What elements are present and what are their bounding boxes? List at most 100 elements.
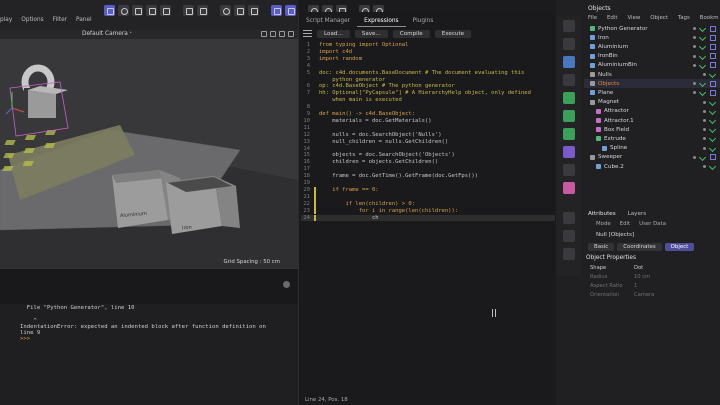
object-tab-button[interactable]: Object xyxy=(664,243,695,251)
object-row[interactable]: Attractor xyxy=(584,107,720,116)
tab-layers[interactable]: Layers xyxy=(628,211,647,217)
tab-attributes[interactable]: Attributes xyxy=(588,211,616,217)
workplane-tool-icon[interactable] xyxy=(285,4,296,16)
attr-menu-mode[interactable]: Mode xyxy=(596,221,611,227)
object-row[interactable]: Cube.2 xyxy=(584,162,720,171)
obj-menu-object[interactable]: Object xyxy=(650,15,668,21)
enabled-check-icon[interactable] xyxy=(708,98,717,106)
deformer-icon[interactable] xyxy=(563,128,575,140)
save-button[interactable]: Save... xyxy=(354,29,388,38)
enabled-check-icon[interactable] xyxy=(708,107,717,115)
light-object-icon[interactable] xyxy=(563,182,575,194)
generator-icon[interactable] xyxy=(563,92,575,104)
visibility-dot-icon[interactable] xyxy=(703,109,706,113)
visibility-dot-icon[interactable] xyxy=(693,54,696,58)
code-line[interactable]: when main is executed xyxy=(301,97,555,104)
text-tool-icon[interactable] xyxy=(563,74,575,86)
tag-icon[interactable] xyxy=(710,25,716,32)
code-editor[interactable]: 1 from typing import Optional 2 import c4d 3… xyxy=(301,42,555,222)
move-tool-icon[interactable] xyxy=(118,4,129,16)
tag-icon[interactable] xyxy=(710,154,716,161)
object-row[interactable]: AluminiumBin xyxy=(584,61,720,70)
obj-menu-view[interactable]: View xyxy=(627,15,640,21)
tag-icon[interactable] xyxy=(710,34,716,41)
enabled-check-icon[interactable] xyxy=(708,126,717,134)
code-line[interactable]: 20 if frame == 0: xyxy=(301,186,555,194)
enabled-check-icon[interactable] xyxy=(708,144,717,152)
visibility-dot-icon[interactable] xyxy=(693,63,696,67)
compile-button[interactable]: Compile xyxy=(392,29,430,38)
code-line[interactable]: 9 def main() -> c4d.BaseObject: xyxy=(301,111,555,118)
rotate-tool-icon[interactable] xyxy=(146,4,157,16)
object-row[interactable]: Box Field xyxy=(584,125,720,134)
lock-tool-icon[interactable] xyxy=(234,4,245,16)
snap-tool-icon[interactable] xyxy=(248,4,259,16)
polygons-tool-icon[interactable] xyxy=(197,4,208,16)
visibility-dot-icon[interactable] xyxy=(703,100,706,104)
attr-menu-edit[interactable]: Edit xyxy=(620,221,630,227)
code-line[interactable]: 24 ch xyxy=(301,214,555,222)
code-line[interactable]: 6 op: c4d.BaseObject # The python generat… xyxy=(301,83,555,90)
tag-icon[interactable] xyxy=(710,80,716,87)
code-line[interactable]: 5 doc: c4d.documents.BaseDocument # The d… xyxy=(301,70,555,77)
code-line[interactable]: 7 hh: Optional["PyCapsule"] # A Hierarchy… xyxy=(301,90,555,97)
visibility-dot-icon[interactable] xyxy=(703,146,706,150)
visibility-dot-icon[interactable] xyxy=(693,82,696,86)
load-button[interactable]: Load... xyxy=(317,29,350,38)
object-row[interactable]: Aluminium xyxy=(584,42,720,51)
cube-primitive-icon[interactable] xyxy=(563,20,575,32)
enabled-check-icon[interactable] xyxy=(698,61,707,69)
tag-icon[interactable] xyxy=(710,53,716,60)
object-row[interactable]: Objects xyxy=(584,79,720,89)
enabled-check-icon[interactable] xyxy=(698,153,707,161)
obj-menu-bookmarks[interactable]: Bookm xyxy=(700,15,719,21)
console-prompt[interactable]: >>> xyxy=(20,336,30,342)
enabled-check-icon[interactable] xyxy=(698,89,707,97)
code-line[interactable]: 14 xyxy=(301,146,555,153)
enabled-check-icon[interactable] xyxy=(708,162,717,171)
enabled-check-icon[interactable] xyxy=(698,43,707,51)
visibility-dot-icon[interactable] xyxy=(693,91,696,95)
visibility-dot-icon[interactable] xyxy=(703,137,706,141)
field-icon[interactable] xyxy=(563,146,575,158)
object-row[interactable]: Spline xyxy=(584,144,720,153)
tab-expressions[interactable]: Expressions xyxy=(357,17,406,27)
tab-plugins[interactable]: Plugins xyxy=(406,17,441,27)
visibility-dot-icon[interactable] xyxy=(693,45,696,49)
code-line[interactable]: 19 xyxy=(301,180,555,187)
object-row[interactable]: Sweeper xyxy=(584,153,720,162)
prop-shape[interactable]: Shape Dot xyxy=(590,264,720,272)
execute-button[interactable]: Execute xyxy=(434,29,472,38)
menu-filter[interactable]: Filter xyxy=(53,17,67,23)
magnet-tool-icon[interactable] xyxy=(220,4,231,16)
hamburger-menu-icon[interactable] xyxy=(303,30,312,37)
object-row[interactable]: IronBin xyxy=(584,52,720,61)
grid-tool-icon[interactable] xyxy=(271,4,282,16)
edges-tool-icon[interactable] xyxy=(183,4,194,16)
visibility-dot-icon[interactable] xyxy=(703,73,706,76)
object-row[interactable]: Iron xyxy=(584,33,720,42)
code-line[interactable]: 23 for i in range(len(children)): xyxy=(301,207,555,215)
visibility-dot-icon[interactable] xyxy=(703,119,706,122)
python-console[interactable]: File "Python Generator", line 10 ^ Inden… xyxy=(0,268,298,405)
menu-options[interactable]: Options xyxy=(21,17,43,23)
visibility-dot-icon[interactable] xyxy=(703,128,706,132)
tag-icon[interactable] xyxy=(710,89,716,96)
object-row[interactable]: Attractor.1 xyxy=(584,116,720,125)
enabled-check-icon[interactable] xyxy=(708,135,717,143)
code-line[interactable]: 17 xyxy=(301,166,555,173)
enabled-check-icon[interactable] xyxy=(708,116,717,125)
code-line[interactable]: 13 null_children = nulls.GetChildren() xyxy=(301,139,555,146)
scale-tool-icon[interactable] xyxy=(132,4,143,16)
code-line[interactable]: 11 xyxy=(301,125,555,132)
code-line[interactable]: 22 if len(children) > 0: xyxy=(301,200,555,208)
select-tool-icon[interactable] xyxy=(104,4,115,16)
console-clear-icon[interactable] xyxy=(283,281,290,288)
mograph-icon[interactable] xyxy=(563,110,575,122)
enabled-check-icon[interactable] xyxy=(708,70,717,79)
tag-icon[interactable] xyxy=(710,43,716,50)
code-line[interactable]: 10 materials = doc.GetMaterials() xyxy=(301,118,555,125)
spline-icon[interactable] xyxy=(563,38,575,50)
nurbs-icon[interactable] xyxy=(563,56,575,68)
coordinates-tab-button[interactable]: Coordinates xyxy=(617,243,662,251)
